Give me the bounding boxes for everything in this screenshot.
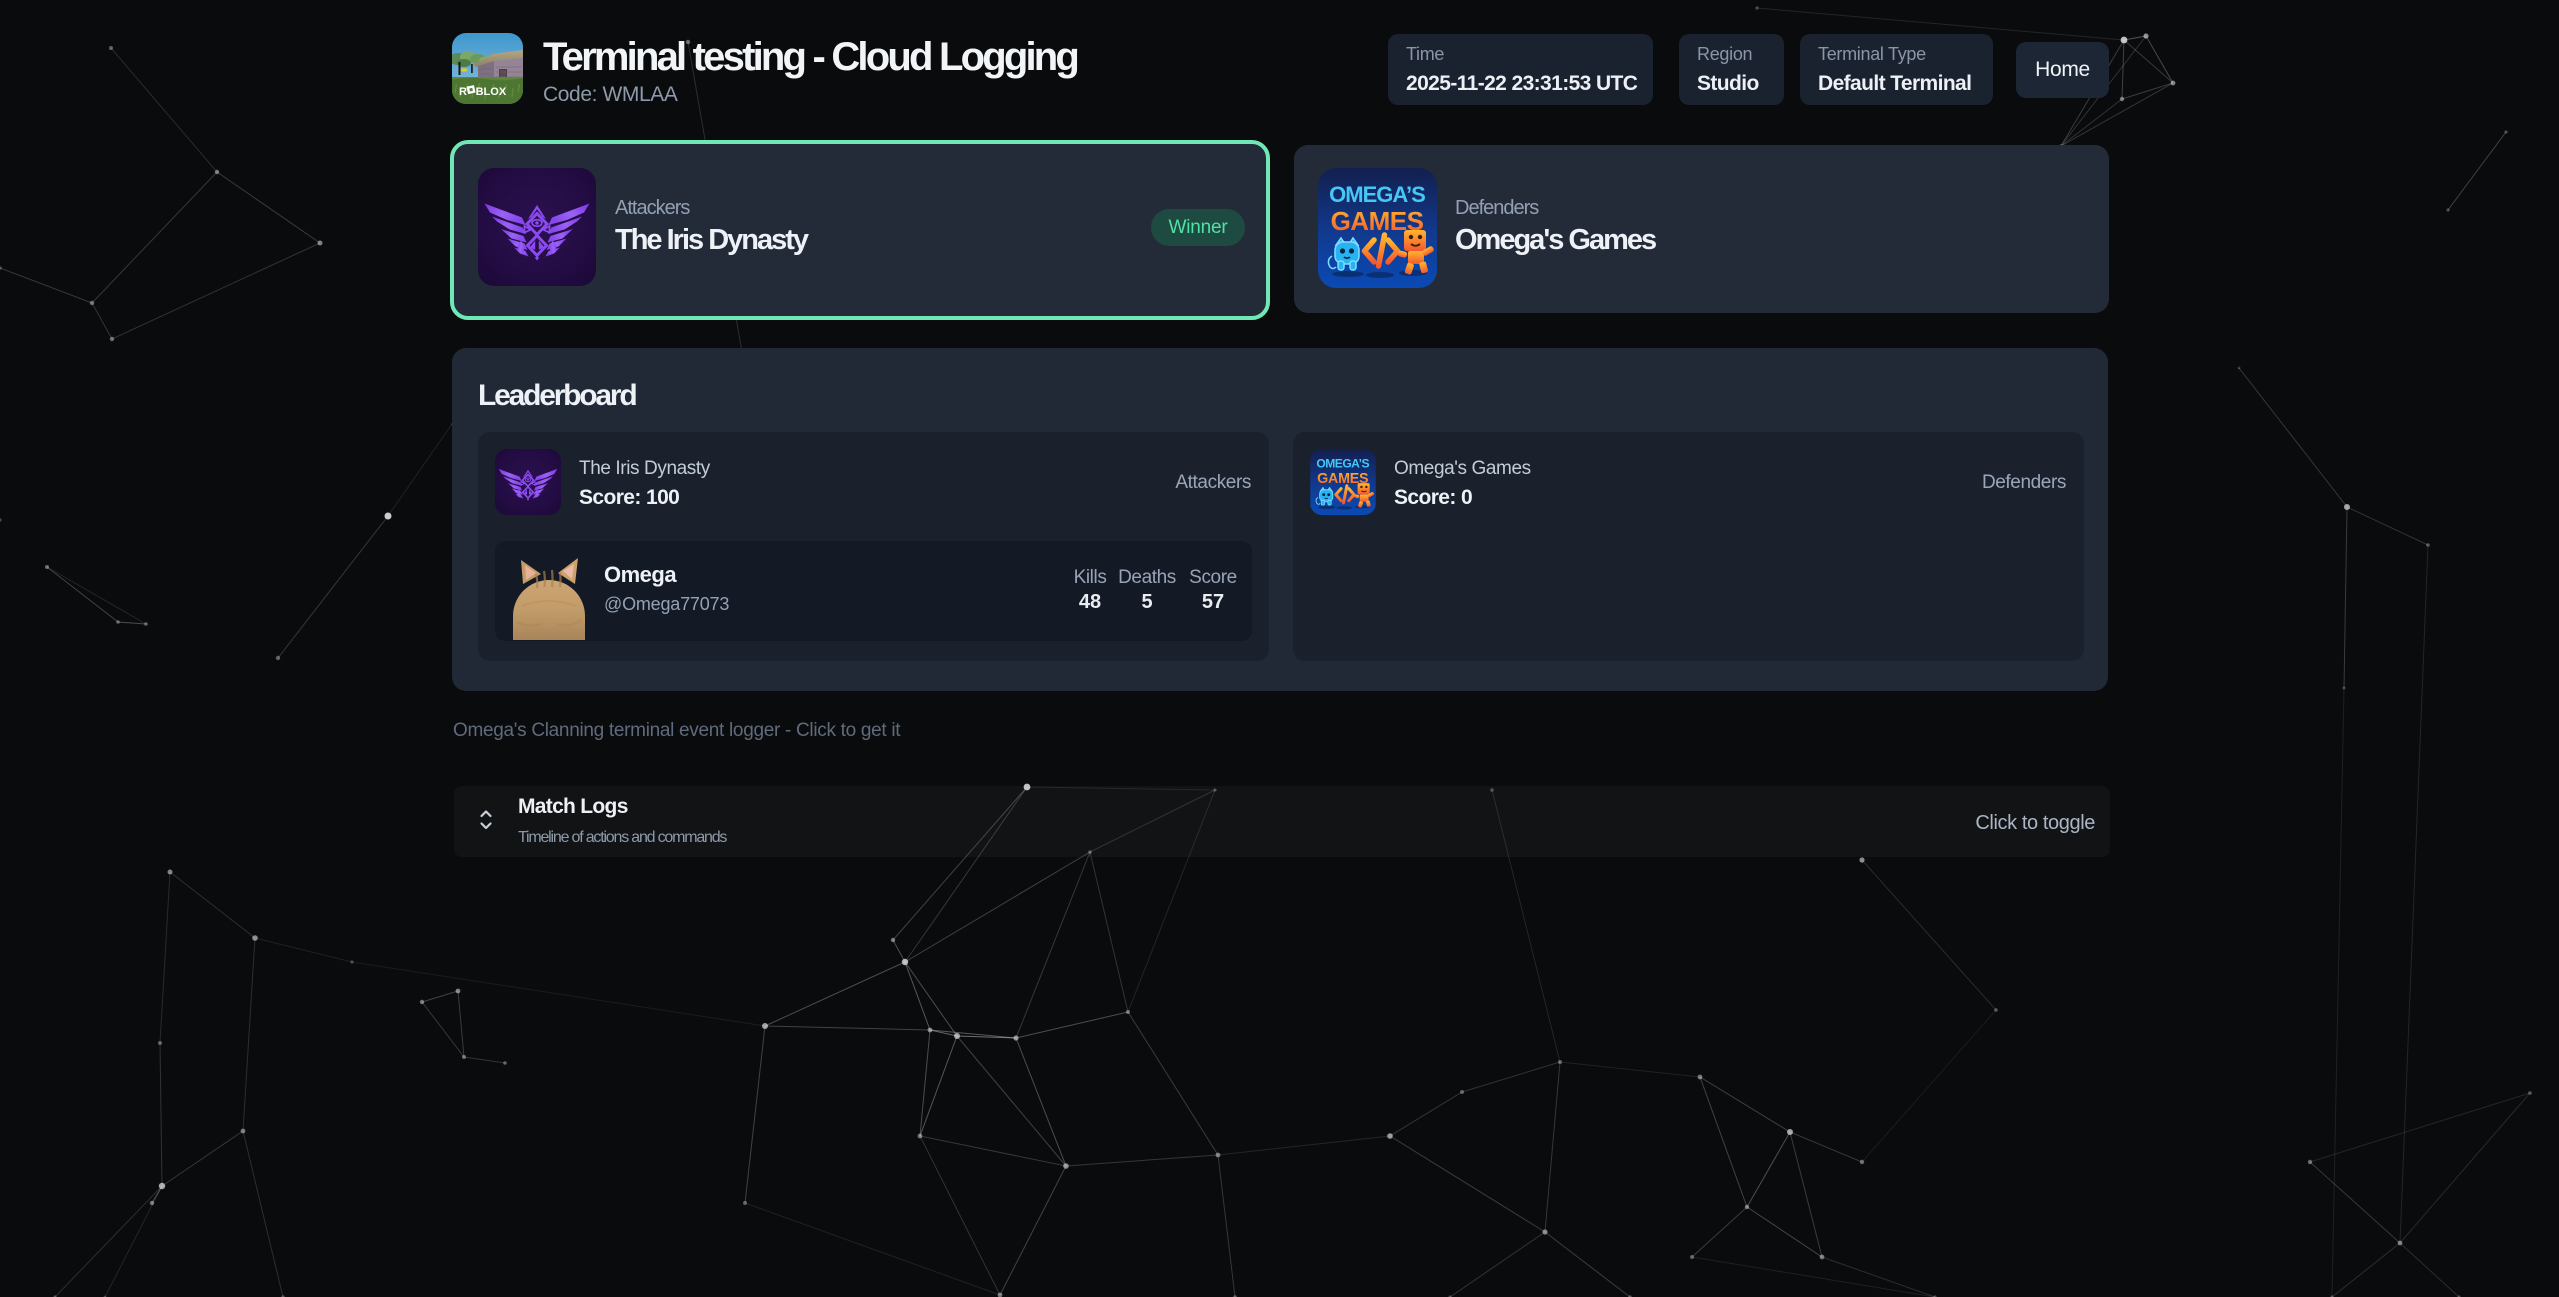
svg-text:BLOX: BLOX — [476, 86, 507, 98]
svg-text:OMEGA’S: OMEGA’S — [1316, 457, 1369, 471]
svg-text:OMEGA’S: OMEGA’S — [1329, 182, 1425, 207]
svg-text:R: R — [459, 86, 467, 98]
